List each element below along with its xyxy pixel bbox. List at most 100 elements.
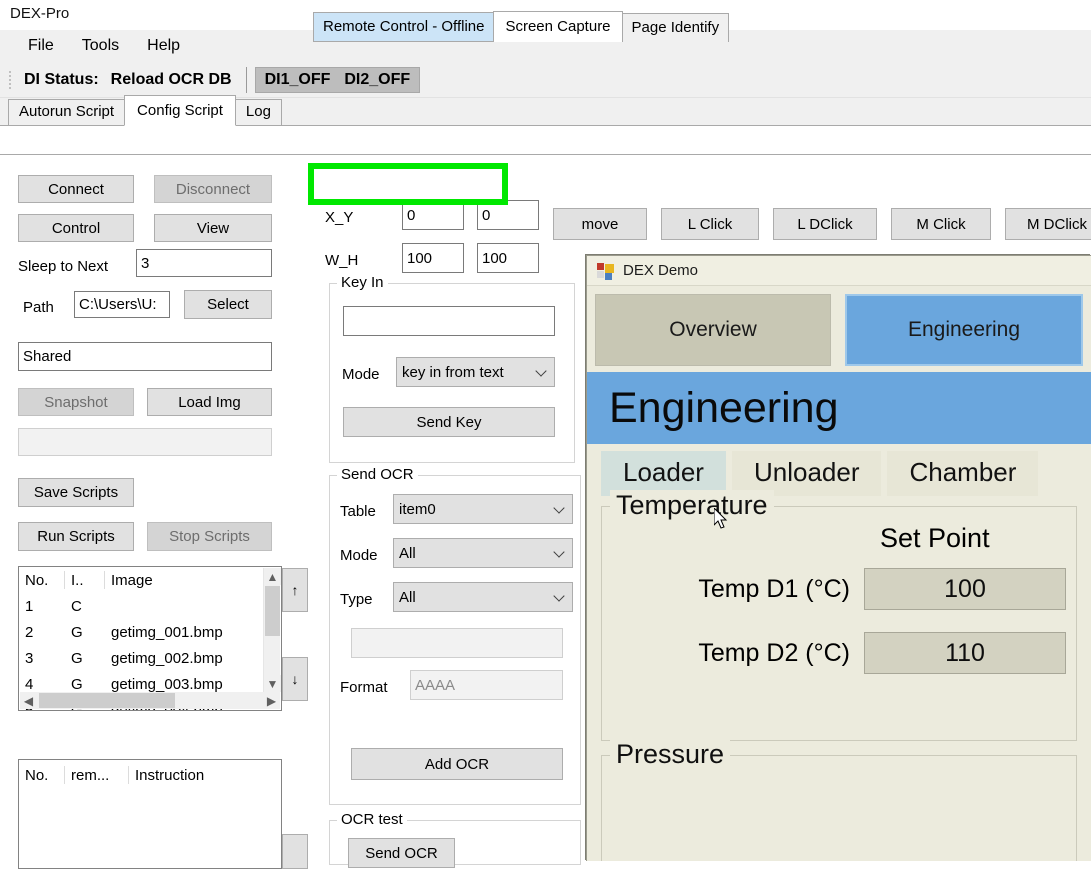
ocr-table-select[interactable]: item0 (393, 494, 573, 524)
instruction-move-button[interactable] (282, 834, 308, 869)
scroll-left-icon[interactable]: ◀ (20, 692, 37, 709)
nav-button-overview[interactable]: Overview (595, 294, 831, 366)
run-scripts-button[interactable]: Run Scripts (18, 522, 134, 551)
toolbar-grip-icon[interactable] (6, 69, 14, 91)
sub-tab-chamber[interactable]: Chamber (887, 451, 1039, 496)
action-button-row: move L Click L DClick M Click M DClick (553, 208, 1091, 240)
move-down-button[interactable]: ↓ (282, 657, 308, 701)
tab-log[interactable]: Log (234, 99, 282, 125)
menu-item-tools[interactable]: Tools (68, 34, 133, 58)
inner-tab-strip: Remote Control - Offline Screen Capture … (313, 11, 1091, 42)
y-input[interactable]: 0 (477, 200, 539, 230)
x-input[interactable]: 0 (402, 200, 464, 230)
cell-no: 2 (25, 623, 34, 641)
connect-button[interactable]: Connect (18, 175, 134, 203)
select-path-button[interactable]: Select (184, 290, 272, 319)
h-input[interactable]: 100 (477, 243, 539, 273)
m-click-button[interactable]: M Click (891, 208, 991, 240)
tab-screen-capture[interactable]: Screen Capture (493, 11, 623, 42)
instruction-list-col-rem: rem... (65, 766, 129, 784)
image-list[interactable]: No. I.. Image 1 C 2 G getimg_001.bmp 3 G… (18, 566, 282, 711)
mouse-cursor (713, 506, 728, 530)
path-label: Path (23, 299, 54, 316)
temperature-group-title: Temperature (610, 490, 774, 521)
tab-page-identify[interactable]: Page Identify (621, 13, 730, 42)
table-row[interactable]: 2 G getimg_001.bmp (19, 619, 281, 645)
instruction-list-col-no: No. (19, 766, 65, 784)
send-ocr-group-title: Send OCR (337, 466, 418, 483)
wh-label: W_H (325, 252, 359, 269)
tab-config-script[interactable]: Config Script (124, 95, 236, 126)
add-ocr-button[interactable]: Add OCR (351, 748, 563, 780)
ocr-type-select[interactable]: All (393, 582, 573, 612)
status-readout (18, 428, 272, 456)
pressure-group-title: Pressure (610, 739, 731, 770)
table-row[interactable]: 3 G getimg_002.bmp (19, 645, 281, 671)
tab-remote-control[interactable]: Remote Control - Offline (313, 12, 495, 42)
m-dclick-button[interactable]: M DClick (1005, 208, 1091, 240)
scroll-right-icon[interactable]: ▶ (263, 692, 280, 709)
tab-autorun-script[interactable]: Autorun Script (8, 99, 126, 125)
pressure-group: Pressure (601, 739, 1077, 861)
key-in-mode-value: key in from text (402, 363, 504, 381)
chevron-down-icon (555, 503, 565, 513)
key-in-mode-select[interactable]: key in from text (396, 357, 555, 387)
di1-status: DI1_OFF (264, 70, 331, 88)
send-ocr-group: Send OCR Table item0 Mode All Type All F… (329, 466, 581, 805)
save-scripts-button[interactable]: Save Scripts (18, 478, 134, 507)
cell-no: 1 (25, 597, 34, 615)
control-button[interactable]: Control (18, 214, 134, 242)
ocr-test-send-button[interactable]: Send OCR (348, 838, 455, 868)
dex-demo-window: DEX Demo Overview Engineering Engineerin… (586, 255, 1091, 861)
image-list-vertical-scrollbar[interactable]: ▲ ▼ (263, 568, 281, 692)
temp-d2-label: Temp D2 (°C) (698, 638, 850, 667)
toolbar-separator (245, 66, 247, 93)
reload-ocr-db-button[interactable]: Reload OCR DB (105, 69, 238, 91)
stop-scripts-button[interactable]: Stop Scripts (147, 522, 272, 551)
ocr-format-input[interactable]: AAAA (410, 670, 563, 700)
scroll-down-icon[interactable]: ▼ (264, 675, 281, 692)
vscroll-thumb[interactable] (265, 586, 280, 636)
shared-input[interactable]: Shared (18, 342, 272, 371)
menu-item-file[interactable]: File (14, 34, 68, 58)
dex-sub-tabs: Loader Unloader Chamber (587, 444, 1091, 496)
disconnect-button[interactable]: Disconnect (154, 175, 272, 203)
di-status-label: DI Status: (24, 70, 99, 88)
path-input[interactable]: C:\Users\U: (74, 291, 170, 318)
w-input[interactable]: 100 (402, 243, 464, 273)
image-list-horizontal-scrollbar[interactable]: ◀ ▶ (20, 692, 280, 709)
main-tab-strip: Autorun Script Config Script Log (0, 95, 1091, 126)
scroll-up-icon[interactable]: ▲ (264, 568, 281, 585)
move-button[interactable]: move (553, 208, 647, 240)
instruction-list[interactable]: No. rem... Instruction (18, 759, 282, 869)
key-in-input[interactable] (343, 306, 555, 336)
sleep-to-next-label: Sleep to Next (18, 258, 109, 275)
move-up-button[interactable]: ↑ (282, 568, 308, 612)
snapshot-button[interactable]: Snapshot (18, 388, 134, 416)
l-dclick-button[interactable]: L DClick (773, 208, 877, 240)
ocr-mode-label: Mode (340, 547, 378, 564)
temp-d2-value[interactable]: 110 (864, 632, 1066, 674)
hscroll-thumb[interactable] (39, 693, 175, 708)
image-list-header: No. I.. Image (19, 567, 281, 593)
nav-button-engineering[interactable]: Engineering (845, 294, 1083, 366)
ocr-test-group: OCR test Send OCR (329, 811, 581, 868)
chevron-down-icon (555, 547, 565, 557)
menu-item-help[interactable]: Help (133, 34, 194, 58)
view-button[interactable]: View (154, 214, 272, 242)
temp-d1-row: Temp D1 (°C) 100 (612, 568, 1066, 610)
table-row[interactable]: 1 C (19, 593, 281, 619)
instruction-list-col-instruction: Instruction (135, 766, 205, 784)
left-panel: Connect Disconnect Control View Sleep to… (10, 163, 308, 869)
sleep-to-next-input[interactable]: 3 (136, 249, 272, 277)
send-key-button[interactable]: Send Key (343, 407, 555, 437)
dex-nav-bar: Overview Engineering (587, 286, 1091, 372)
load-img-button[interactable]: Load Img (147, 388, 272, 416)
ocr-table-label: Table (340, 503, 376, 520)
set-point-header: Set Point (880, 523, 990, 553)
temp-d1-value[interactable]: 100 (864, 568, 1066, 610)
l-click-button[interactable]: L Click (661, 208, 759, 240)
ocr-value-input[interactable] (351, 628, 563, 658)
ocr-mode-select[interactable]: All (393, 538, 573, 568)
cell-no: 4 (25, 675, 34, 693)
